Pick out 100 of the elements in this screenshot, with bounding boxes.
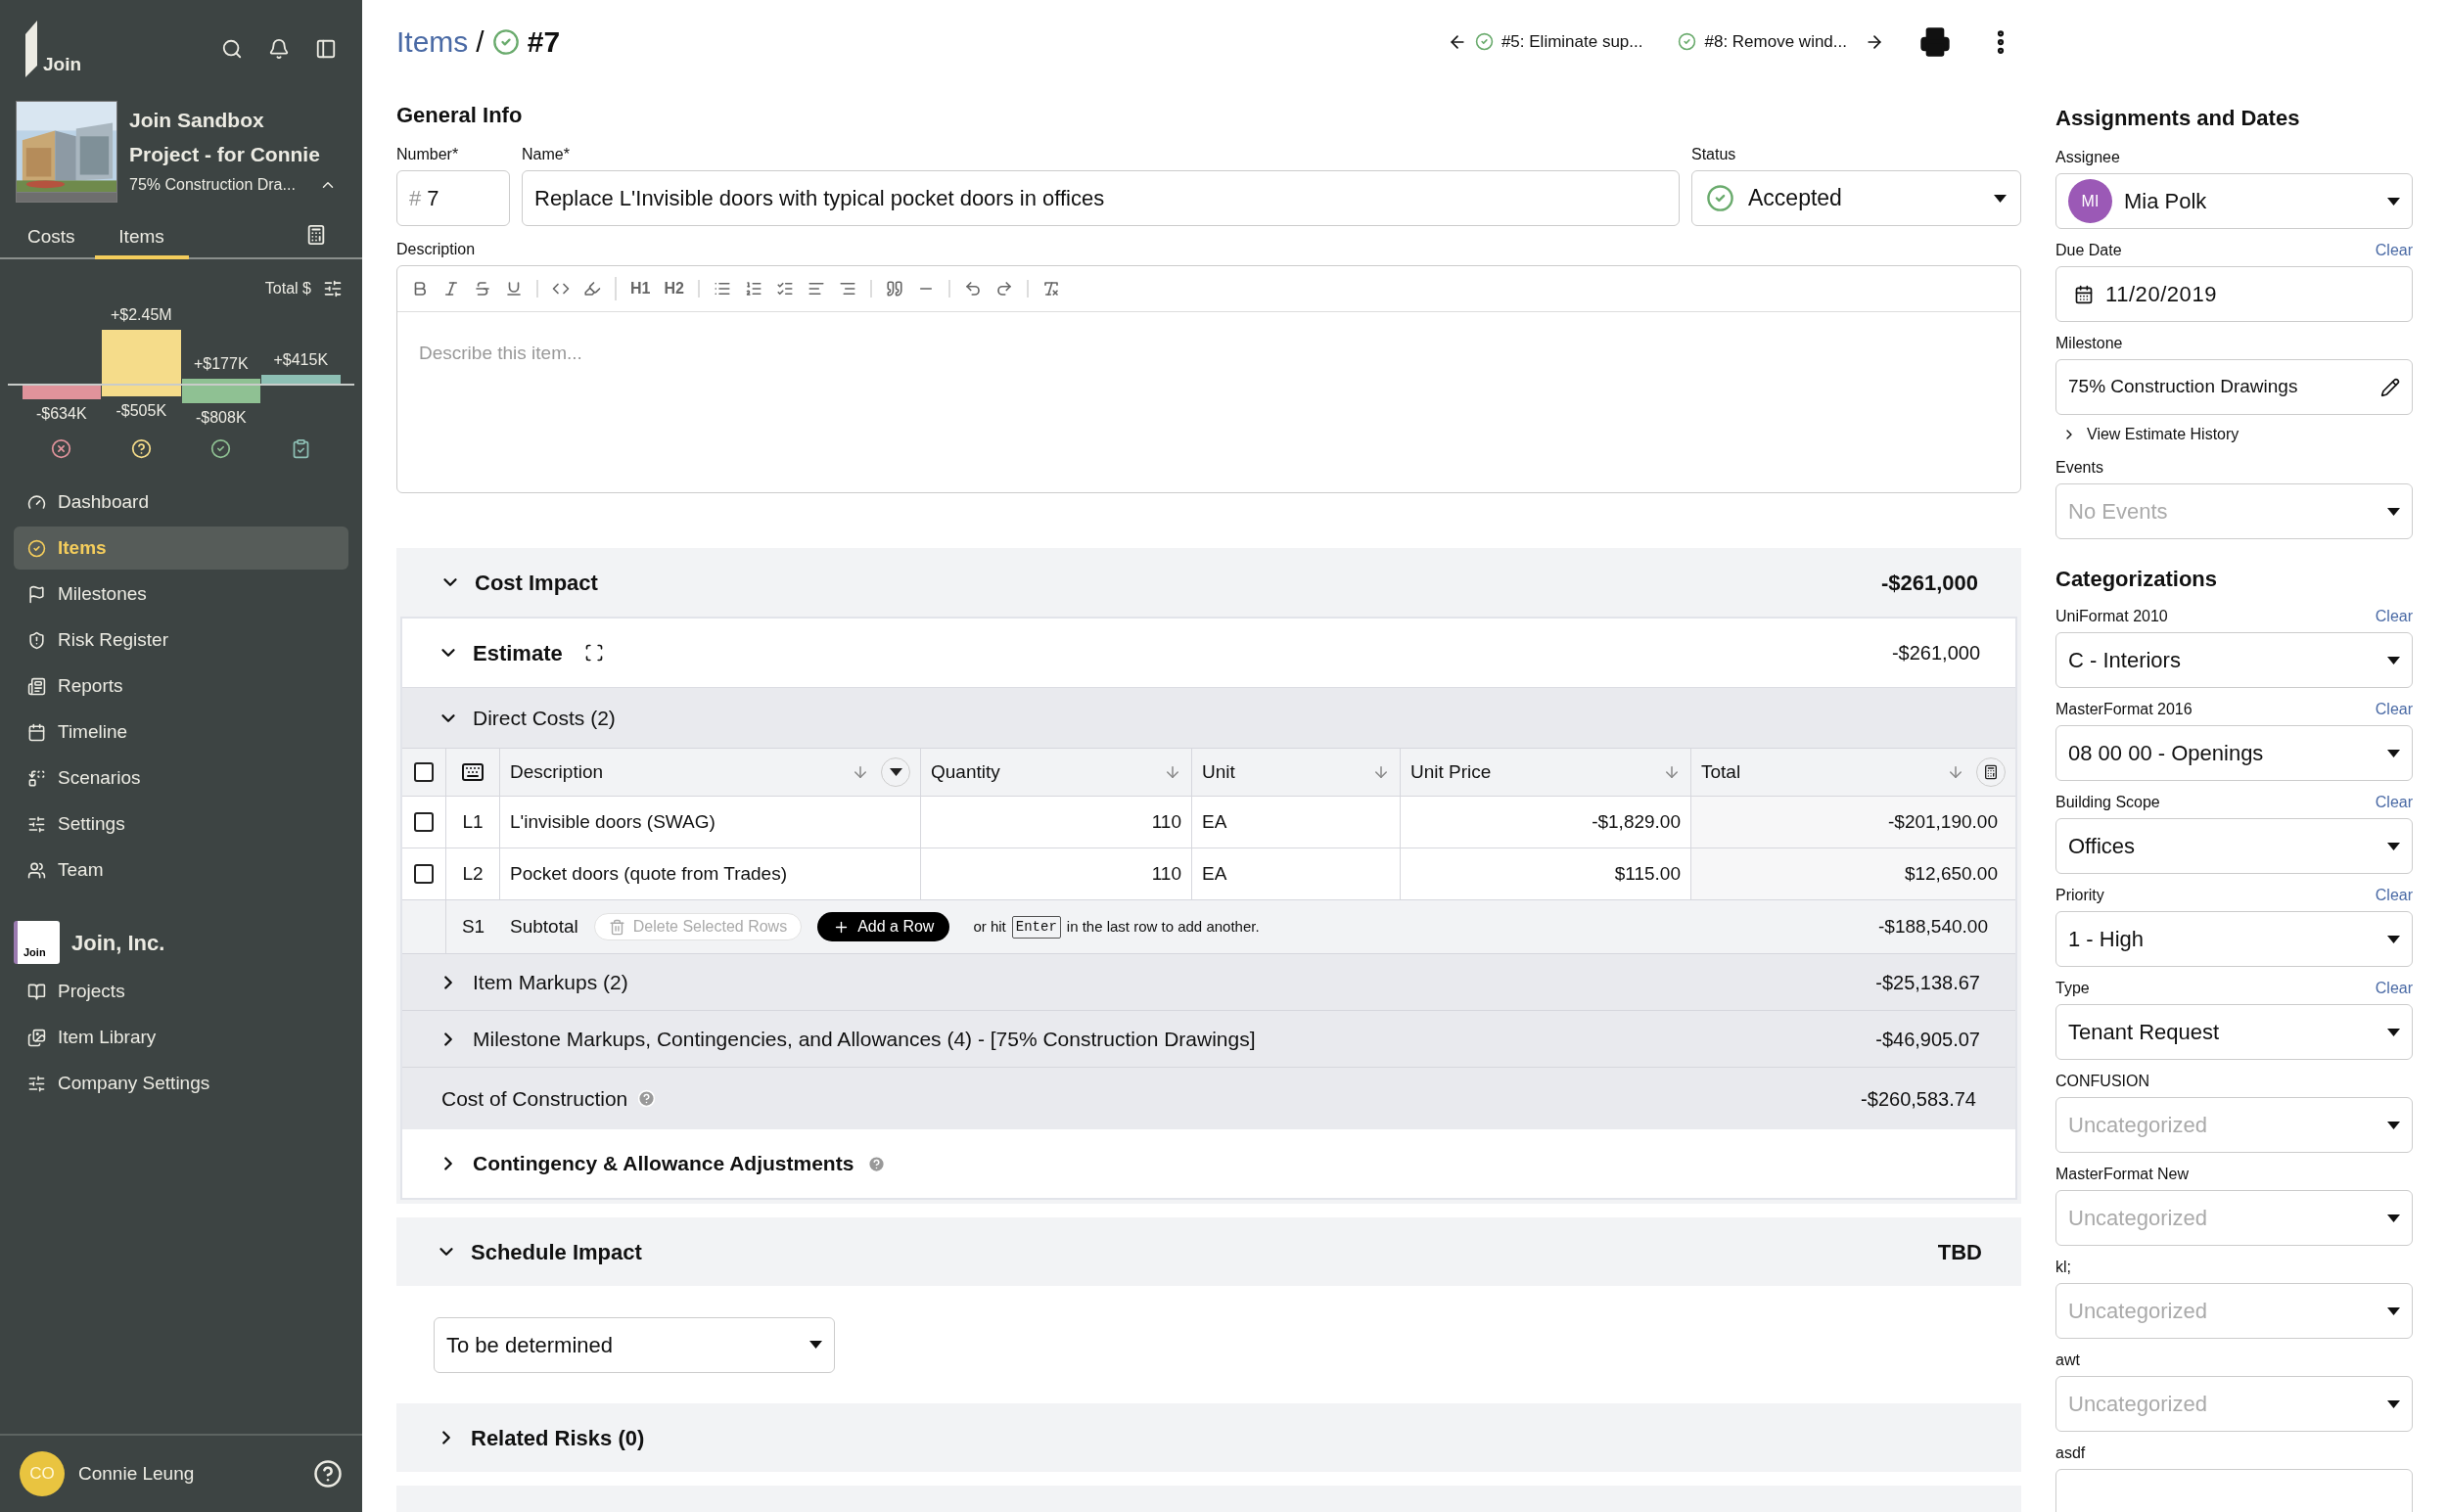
sidebar-tab[interactable]: Items xyxy=(94,218,189,259)
select-field[interactable]: Offices xyxy=(2055,818,2413,874)
nav-item[interactable]: Milestones xyxy=(14,573,348,616)
select-field[interactable]: Tenant Request xyxy=(2055,1004,2413,1060)
sort-icon[interactable] xyxy=(1164,763,1181,781)
printer-icon[interactable] xyxy=(1919,25,1951,58)
help-icon[interactable] xyxy=(313,1459,343,1489)
sort-icon[interactable] xyxy=(1663,763,1681,781)
estimate-history-link[interactable]: View Estimate History xyxy=(2055,423,2413,446)
name-field[interactable]: Replace L'Invisible doors with typical pocket doors in offices xyxy=(522,170,1680,226)
bell-icon[interactable] xyxy=(268,38,290,60)
clear-link[interactable]: Clear xyxy=(2375,791,2413,814)
company-name[interactable]: Join, Inc. xyxy=(71,926,165,959)
table-cell[interactable]: EA xyxy=(1192,797,1401,848)
date-field[interactable]: 11/20/2019 xyxy=(2055,266,2413,322)
checkbox[interactable] xyxy=(414,812,434,832)
checkbox[interactable] xyxy=(414,864,434,884)
select-field[interactable]: 1 - High xyxy=(2055,911,2413,967)
check-circle-icon[interactable] xyxy=(210,438,232,459)
milestone-label[interactable]: 75% Construction Dra... xyxy=(129,173,296,197)
nav-item[interactable]: Reports xyxy=(14,664,348,708)
subsection-title[interactable]: Milestone Markups, Contingencies, and Allowances (4) - [75% Construction Drawings] xyxy=(473,1023,1256,1055)
column-header[interactable]: Total xyxy=(1701,757,1741,787)
estimate-title[interactable]: Estimate xyxy=(473,636,563,669)
add-row-button[interactable]: Add a Row xyxy=(817,912,950,941)
column-header[interactable]: Unit Price xyxy=(1410,757,1492,787)
select-field[interactable]: 08 00 00 - Openings xyxy=(2055,725,2413,781)
section-title[interactable]: Related Risks (0) xyxy=(471,1421,645,1454)
underline-icon[interactable] xyxy=(505,280,523,298)
breadcrumb-link[interactable]: Items xyxy=(396,20,469,64)
table-cell[interactable]: 110 xyxy=(921,848,1192,899)
clear-link[interactable]: Clear xyxy=(2375,239,2413,262)
nav-item[interactable]: Scenarios xyxy=(14,756,348,800)
nav-item[interactable]: Dashboard xyxy=(14,481,348,524)
undo-icon[interactable] xyxy=(963,280,982,298)
clear-link[interactable]: Clear xyxy=(2375,698,2413,721)
keyboard-icon[interactable] xyxy=(461,760,485,784)
description-editor[interactable]: H1 H2 Describe this item... xyxy=(396,265,2021,493)
table-cell[interactable]: 110 xyxy=(921,797,1192,848)
table-cell[interactable]: L'invisible doors (SWAG) xyxy=(500,797,921,848)
table-cell[interactable]: $12,650.00 xyxy=(1691,848,2015,899)
nav-item[interactable]: Items xyxy=(14,527,348,570)
subsection-title[interactable]: Item Markups (2) xyxy=(473,966,628,998)
logo-icon xyxy=(25,21,37,77)
bullet-list-icon[interactable] xyxy=(713,280,731,298)
calculator-icon[interactable] xyxy=(305,224,327,246)
clear-link[interactable]: Clear xyxy=(2375,977,2413,1000)
redo-icon[interactable] xyxy=(994,280,1013,298)
italic-icon[interactable] xyxy=(442,280,460,298)
sort-icon[interactable] xyxy=(1947,763,1964,781)
assignee-select[interactable]: MI Mia Polk xyxy=(2055,173,2413,229)
section-title[interactable]: Cost Impact xyxy=(475,566,598,599)
checkbox[interactable] xyxy=(414,762,434,782)
status-select[interactable]: Accepted xyxy=(1691,170,2021,226)
milestone-field[interactable]: 75% Construction Drawings xyxy=(2055,359,2413,415)
nav-item[interactable]: Timeline xyxy=(14,710,348,754)
item-nav-link[interactable]: #8: Remove wind... xyxy=(1678,28,1884,55)
section-title[interactable]: Schedule Impact xyxy=(471,1235,642,1268)
expand-icon[interactable] xyxy=(583,643,604,663)
nav-item[interactable]: Settings xyxy=(14,802,348,846)
x-circle-icon[interactable] xyxy=(51,438,72,459)
column-header[interactable]: Unit xyxy=(1202,757,1235,787)
table-cell[interactable]: -$201,190.00 xyxy=(1691,797,2015,848)
question-circle-icon[interactable] xyxy=(130,438,152,459)
table-cell[interactable]: EA xyxy=(1192,848,1401,899)
search-icon[interactable] xyxy=(221,38,243,60)
column-header[interactable]: Description xyxy=(510,757,604,787)
clear-format-icon[interactable] xyxy=(1041,280,1060,298)
item-nav-link[interactable]: #5: Eliminate sup... xyxy=(1447,28,1643,55)
nav-item[interactable]: Team xyxy=(14,848,348,892)
sliders-icon xyxy=(27,1074,46,1093)
select-field[interactable]: C - Interiors xyxy=(2055,632,2413,688)
clear-link[interactable]: Clear xyxy=(2375,605,2413,628)
nav-item[interactable]: Item Library xyxy=(14,1016,348,1059)
sidebar-tab[interactable]: Costs xyxy=(16,218,87,259)
sliders-icon[interactable] xyxy=(323,279,343,298)
sort-icon[interactable] xyxy=(1372,763,1390,781)
numbered-list-icon[interactable] xyxy=(744,280,762,298)
strikethrough-icon[interactable] xyxy=(474,280,491,298)
highlighter-icon[interactable] xyxy=(583,280,601,298)
panel-icon[interactable] xyxy=(315,38,337,60)
nav-item[interactable]: Company Settings xyxy=(14,1062,348,1105)
schedule-select[interactable]: To be determined xyxy=(434,1316,835,1373)
nav-item[interactable]: Projects xyxy=(14,970,348,1013)
direct-costs-title[interactable]: Direct Costs (2) xyxy=(473,702,616,734)
quote-icon[interactable] xyxy=(885,280,903,298)
select-field[interactable] xyxy=(2055,1469,2413,1512)
table-cell[interactable]: Pocket doors (quote from Trades) xyxy=(500,848,921,899)
adjustments-title[interactable]: Contingency & Allowance Adjustments xyxy=(473,1148,854,1179)
number-field[interactable]: # 7 xyxy=(396,170,510,226)
heading-button[interactable]: H2 xyxy=(664,277,684,300)
user-name[interactable]: Connie Leung xyxy=(78,1459,195,1489)
sort-icon[interactable] xyxy=(852,763,869,781)
project-name[interactable]: Join Sandbox Project - for Connie xyxy=(129,103,337,171)
nav-item[interactable]: Risk Register xyxy=(14,619,348,662)
column-header[interactable]: Quantity xyxy=(931,757,1000,787)
description-field[interactable]: Describe this item... xyxy=(397,312,2020,492)
heading-button[interactable]: H1 xyxy=(630,277,651,300)
clear-link[interactable]: Clear xyxy=(2375,884,2413,907)
checklist-icon[interactable] xyxy=(775,280,794,298)
